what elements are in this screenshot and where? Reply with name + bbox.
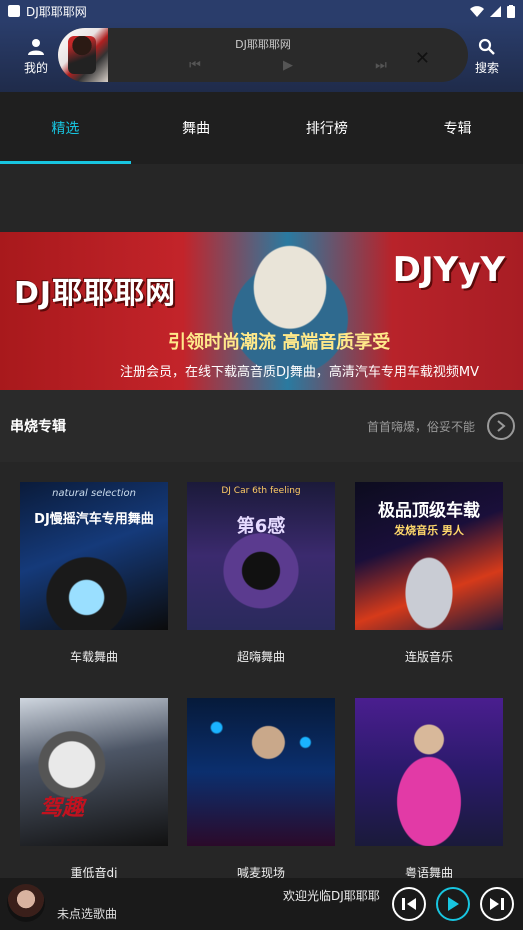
banner-logo: DJ耶耶耶网 [14,276,177,311]
banner-logo-right: DJYyY [392,250,505,290]
signal-icon [490,5,501,17]
play-icon [448,897,459,911]
search-button[interactable]: 搜索 [457,22,517,92]
cover-top-text: DJ Car 6th feeling [221,486,301,496]
section-header: 串烧专辑 首首嗨爆，俗妥不能 [0,390,523,462]
album-card[interactable]: 极品顶级车载 发烧音乐 男人 连版音乐 [355,482,503,665]
album-cover [355,698,503,846]
cover-text: 极品顶级车载 [378,501,480,521]
battery-icon [507,4,515,18]
banner-subline: 注册会员，在线下载高音质DJ舞曲，高清汽车专用车载视频MV [120,365,479,380]
close-icon[interactable]: ✕ [415,50,430,68]
album-card[interactable]: 喊麦现场 [187,698,335,881]
album-cover [187,698,335,846]
cover-text: 第6感 [236,516,286,537]
album-card[interactable]: DJ Car 6th feeling 第6感 超嗨舞曲 [187,482,335,665]
user-icon [28,39,44,55]
album-card[interactable]: 驾趣 重低音dj [20,698,168,881]
promo-banner[interactable]: DJ耶耶耶网 DJYyY 引领时尚潮流 高端音质享受 注册会员，在线下载高音质D… [0,232,523,390]
album-cover: natural selection DJ慢摇汽车专用舞曲 [20,482,168,630]
album-card[interactable]: 粤语舞曲 [355,698,503,881]
play-icon[interactable]: ▶ [283,58,293,73]
mini-player-controls: ⏮ ▶ ⏭ [148,58,428,73]
cover-top-text: natural selection [52,488,136,499]
next-icon[interactable]: ⏭ [375,58,387,73]
album-grid: natural selection DJ慢摇汽车专用舞曲 车载舞曲 DJ Car… [0,462,523,881]
tab-dance[interactable]: 舞曲 [131,92,262,164]
previous-icon [402,898,416,910]
cover-text: DJ慢摇汽车专用舞曲 [34,512,154,527]
category-tabs: 精选 舞曲 排行榜 专辑 [0,92,523,164]
search-label: 搜索 [474,61,499,75]
status-icons [470,4,515,18]
tab-albums[interactable]: 专辑 [392,92,523,164]
album-label: 车载舞曲 [69,650,118,664]
album-card[interactable]: natural selection DJ慢摇汽车专用舞曲 车载舞曲 [20,482,168,665]
album-cover: 极品顶级车载 发烧音乐 男人 [355,482,503,630]
next-button[interactable] [480,887,514,921]
now-playing-status: 未点选歌曲 [57,907,118,921]
next-icon [490,898,504,910]
tab-featured[interactable]: 精选 [0,92,131,164]
album-label: 连版音乐 [404,650,453,664]
section-title: 串烧专辑 [10,419,66,435]
chevron-right-icon[interactable] [487,412,515,440]
banner-slogan: 引领时尚潮流 高端音质享受 [168,332,391,353]
bottom-player: 未点选歌曲 欢迎光临DJ耶耶耶 [0,878,523,930]
me-button[interactable]: 我的 [6,22,66,92]
mini-player[interactable]: DJ耶耶耶网 ⏮ ▶ ⏭ ✕ [58,28,468,82]
section-subtitle: 首首嗨爆，俗妥不能 [366,419,475,434]
play-button[interactable] [436,887,470,921]
status-bar: DJ耶耶耶网 [0,0,523,22]
tab-charts[interactable]: 排行榜 [262,92,393,164]
mini-player-title: DJ耶耶耶网 [235,38,291,51]
prev-icon[interactable]: ⏮ [189,58,201,73]
cover-subtext: 发烧音乐 男人 [394,524,464,537]
album-label: 超嗨舞曲 [236,650,285,664]
me-label: 我的 [23,61,48,75]
app-header: 我的 DJ耶耶耶网 ⏮ ▶ ⏭ ✕ 搜索 [0,22,523,92]
search-icon [478,38,495,55]
wifi-icon [470,5,484,17]
previous-button[interactable] [392,887,426,921]
status-app-name: DJ耶耶耶网 [26,4,87,19]
welcome-text: 欢迎光临DJ耶耶耶 [283,889,380,903]
app-notification-icon [8,5,20,17]
album-cover: 驾趣 [20,698,168,846]
cover-text: 驾趣 [40,796,85,821]
album-cover: DJ Car 6th feeling 第6感 [187,482,335,630]
avatar[interactable] [7,884,45,922]
